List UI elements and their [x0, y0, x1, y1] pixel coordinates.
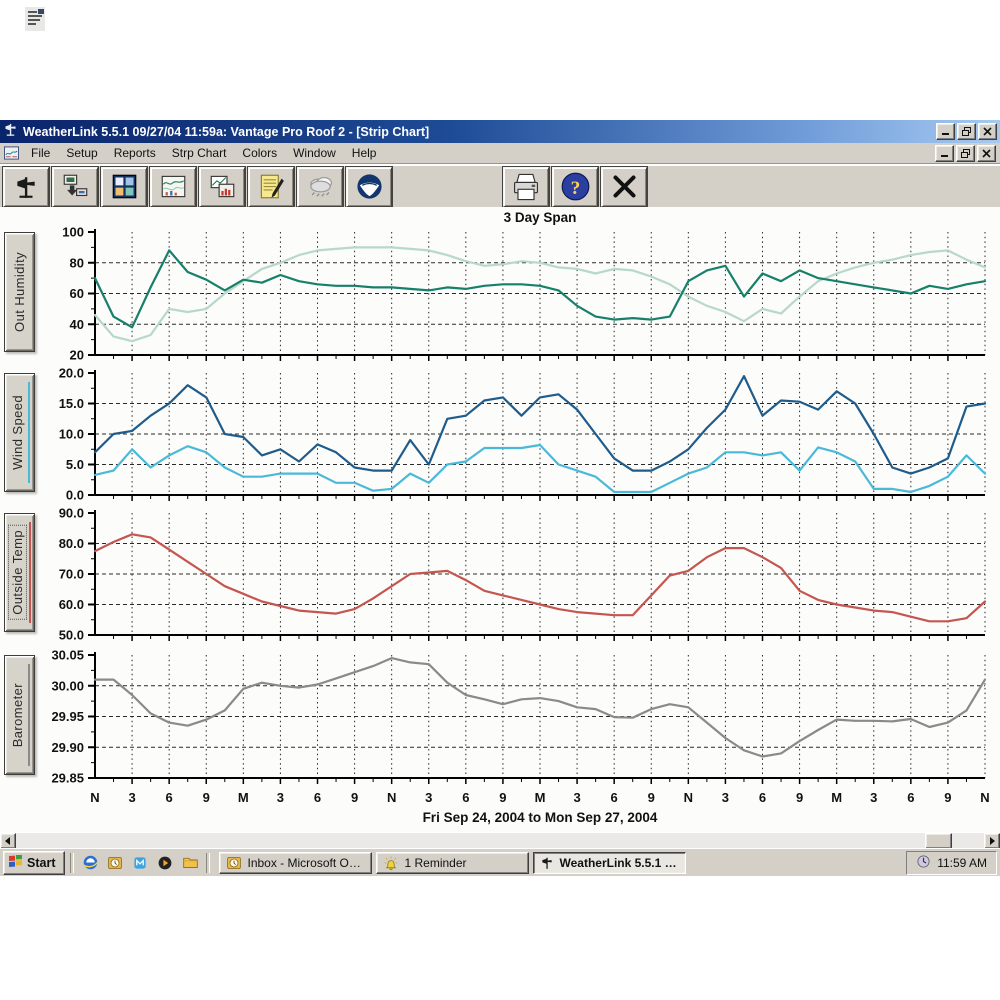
axis-label-text: Barometer [10, 683, 25, 747]
mdi-restore-button[interactable] [956, 145, 975, 162]
menu-file[interactable]: File [23, 144, 58, 162]
menu-reports[interactable]: Reports [106, 144, 164, 162]
taskbar-separator [206, 853, 210, 873]
svg-text:?: ? [570, 178, 580, 199]
title-bar: WeatherLink 5.5.1 09/27/04 11:59a: Vanta… [0, 120, 1000, 143]
menu-bar: FileSetupReportsStrp ChartColorsWindowHe… [0, 143, 1000, 164]
axis-label-text: Out Humidity [12, 252, 27, 332]
close-chart-button[interactable] [601, 167, 647, 207]
mdi-close-button[interactable] [977, 145, 996, 162]
tray-clock-icon [916, 854, 931, 872]
window-title: WeatherLink 5.5.1 09/27/04 11:59a: Vanta… [23, 125, 429, 139]
print-button[interactable] [503, 167, 549, 207]
close-window-button[interactable] [978, 123, 997, 140]
legend-color-line [29, 522, 31, 623]
reminder-icon [383, 855, 399, 871]
outlook-task-icon [226, 855, 242, 871]
axis-label-wind-speed[interactable]: Wind Speed [4, 373, 35, 492]
axis-label-text: Wind Speed [10, 395, 25, 470]
taskbar-separator [70, 853, 74, 873]
start-label: Start [27, 856, 55, 870]
weatherlink-icon [540, 856, 554, 870]
internet-explorer-icon[interactable] [79, 852, 101, 874]
noaa-icon[interactable] [346, 167, 392, 207]
mdi-minimize-button[interactable] [935, 145, 954, 162]
taskbar: Start Inbox - Microsoft Outlook 1 Reminde… [0, 848, 1000, 876]
scroll-left-arrow-icon[interactable] [0, 833, 16, 849]
menu-setup[interactable]: Setup [58, 144, 105, 162]
axis-label-text: Outside Temp [9, 526, 26, 619]
plot-icon[interactable] [199, 167, 245, 207]
media-player-icon[interactable] [154, 852, 176, 874]
outlook-icon[interactable] [104, 852, 126, 874]
strip-chart-icon[interactable] [150, 167, 196, 207]
menu-colors[interactable]: Colors [234, 144, 285, 162]
task-label: WeatherLink 5.5.1 09... [559, 856, 679, 870]
scrollbar-thumb[interactable] [925, 833, 952, 849]
chart-background [0, 207, 1000, 832]
bulletin-icon[interactable] [101, 167, 147, 207]
menu-help[interactable]: Help [344, 144, 385, 162]
legend-color-line [28, 382, 30, 483]
notes-icon[interactable] [248, 167, 294, 207]
chart-span-title: 3 Day Span [80, 210, 1000, 225]
weather-vane-icon[interactable] [3, 167, 49, 207]
strip-chart-document-icon[interactable] [4, 146, 19, 160]
folder-icon[interactable] [179, 852, 201, 874]
task-label: 1 Reminder [404, 856, 466, 870]
minimize-button[interactable] [936, 123, 955, 140]
legend-color-line [28, 664, 30, 766]
restore-button[interactable] [957, 123, 976, 140]
chart-date-range: Fri Sep 24, 2004 to Mon Sep 27, 2004 [80, 810, 1000, 825]
axis-label-barometer[interactable]: Barometer [4, 655, 35, 775]
scroll-right-arrow-icon[interactable] [984, 833, 1000, 849]
tray-time: 11:59 AM [937, 856, 987, 870]
task-button-area: Inbox - Microsoft Outlook 1 Reminder Weath… [215, 852, 686, 874]
windows-logo-icon [9, 855, 23, 871]
axis-label-outside-temp[interactable]: Outside Temp [4, 513, 35, 632]
axis-label-out-humidity[interactable]: Out Humidity [4, 232, 35, 352]
menu-strp-chart[interactable]: Strp Chart [164, 144, 235, 162]
task-inbox-microsoft-outlook[interactable]: Inbox - Microsoft Outlook [219, 852, 372, 874]
start-button[interactable]: Start [3, 851, 65, 875]
task-weatherlink-5-5-1-09[interactable]: WeatherLink 5.5.1 09... [533, 852, 686, 874]
help-button[interactable]: ? [552, 167, 598, 207]
messenger-icon[interactable] [129, 852, 151, 874]
weather-summary-icon[interactable] [297, 167, 343, 207]
task-label: Inbox - Microsoft Outlook [247, 856, 365, 870]
task-1-reminder[interactable]: 1 Reminder [376, 852, 529, 874]
menu-window[interactable]: Window [285, 144, 344, 162]
horizontal-scrollbar[interactable] [0, 832, 1000, 848]
photo-artifact [24, 6, 46, 37]
quick-launch-bar [79, 852, 201, 874]
toolbar: ? [0, 165, 1000, 207]
weatherlink-app-icon [3, 122, 18, 142]
download-data-icon[interactable] [52, 167, 98, 207]
system-tray[interactable]: 11:59 AM [906, 851, 997, 875]
